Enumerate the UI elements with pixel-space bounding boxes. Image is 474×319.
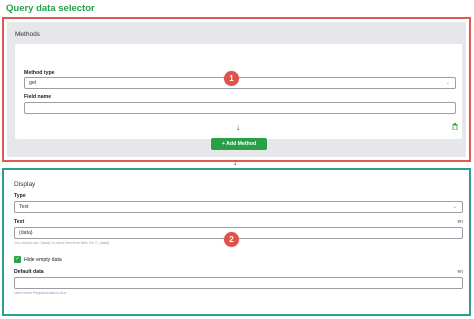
methods-section-title: Methods: [15, 31, 40, 38]
method-type-value: get: [29, 80, 37, 86]
default-data-input[interactable]: [14, 277, 463, 289]
chevron-down-icon: ⌄: [445, 80, 450, 86]
default-language-tag: en: [457, 269, 463, 275]
arrow-down-icon: ↓: [236, 123, 240, 132]
method-type-label: Method type: [24, 70, 55, 76]
arrow-down-icon: ↓: [233, 158, 237, 167]
display-section-title: Display: [14, 181, 36, 188]
page-title: Query data selector: [6, 3, 95, 14]
field-name-label: Field name: [24, 94, 52, 100]
hide-empty-checkbox[interactable]: ✓: [14, 256, 21, 263]
type-label: Type: [14, 193, 26, 199]
default-data-label: Default data: [14, 269, 44, 275]
hide-empty-label: Hide empty data: [24, 257, 62, 263]
trash-icon[interactable]: [452, 123, 458, 130]
annotation-badge-1: 1: [224, 71, 239, 86]
methods-section-frame: Methods Method type get ⌄ Field name 1 ↓…: [2, 17, 471, 162]
default-data-help: Used when Required data is true: [14, 291, 67, 295]
field-name-input[interactable]: [24, 102, 456, 114]
methods-panel: Methods Method type get ⌄ Field name 1 ↓…: [7, 22, 466, 157]
plus-icon: +: [221, 141, 225, 147]
chevron-down-icon: ⌄: [452, 204, 457, 210]
type-value: Text: [19, 204, 29, 210]
type-select[interactable]: Text ⌄: [14, 201, 463, 213]
text-label: Text: [14, 219, 25, 225]
method-type-select[interactable]: get ⌄: [24, 77, 456, 89]
text-language-tag: en: [457, 219, 463, 225]
display-section-frame: Display Type Text ⌄ Text en {data} You s…: [2, 168, 471, 316]
add-method-button[interactable]: + Add Method: [211, 138, 267, 150]
annotation-badge-2: 2: [224, 232, 239, 247]
text-help: You should use "{data}" to show text fro…: [14, 241, 109, 245]
add-method-label: Add Method: [226, 141, 257, 147]
